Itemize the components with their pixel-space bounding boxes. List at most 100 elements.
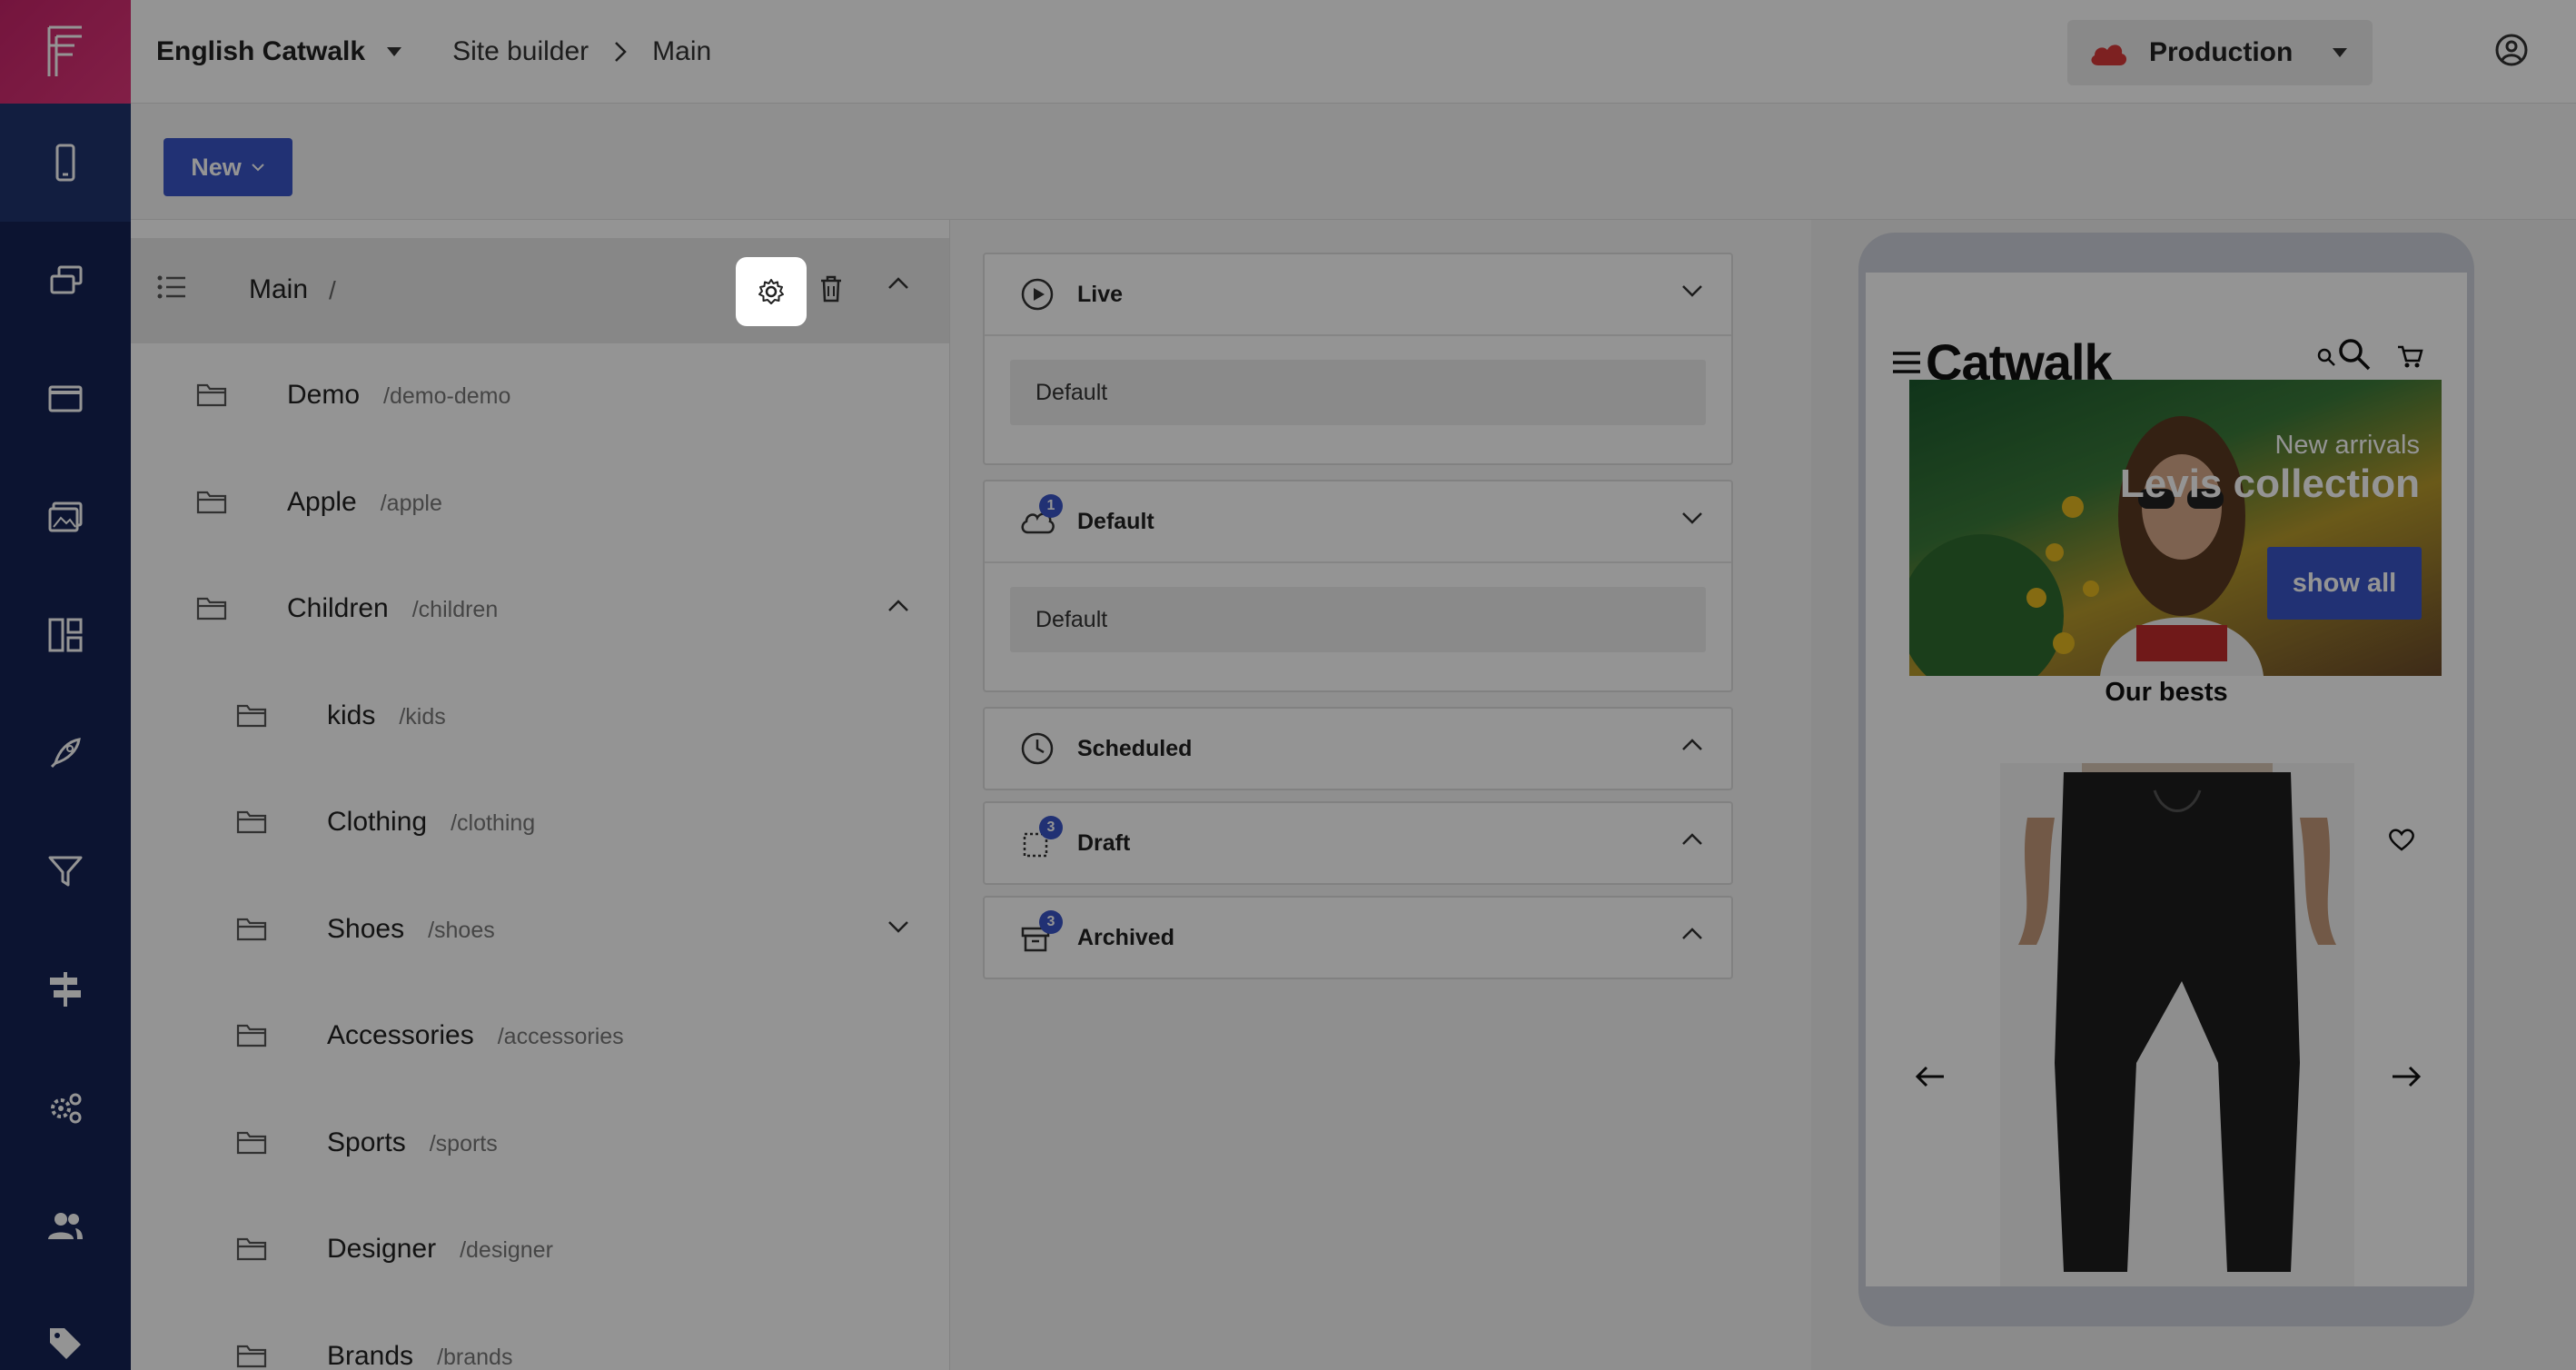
site-selector[interactable]: English Catwalk (156, 36, 403, 67)
folder-icon (236, 1131, 267, 1154)
tag-icon (50, 1328, 81, 1359)
live-body: Default (985, 334, 1731, 463)
default-body: Default (985, 561, 1731, 690)
chevron-down-icon (1682, 285, 1702, 297)
tree-item-name: Demo (287, 380, 361, 410)
settings-icon (51, 1093, 82, 1124)
tree-item-clothing[interactable]: Clothing/clothing (131, 770, 949, 877)
archived-header[interactable]: 3 Archived (985, 898, 1731, 978)
tree-item-name: Designer (327, 1234, 437, 1264)
live-version-item[interactable]: Default (1010, 360, 1706, 425)
hero-kicker: New arrivals (2274, 431, 2420, 460)
clock-icon (1021, 732, 1054, 765)
tree-item-name: Apple (287, 486, 357, 517)
mobile-icon (55, 144, 75, 182)
default-card: 1 Default Default (983, 480, 1733, 692)
tree-item-name: Shoes (327, 913, 405, 944)
nav-signpost[interactable] (0, 930, 131, 1048)
arrow-right-icon[interactable] (2391, 1065, 2422, 1088)
chevron-up-icon (1682, 928, 1702, 939)
folder-icon-wrap (236, 702, 267, 732)
tree-item-label: Designer/designer (327, 1234, 553, 1265)
tree-item-label: kids/kids (327, 700, 446, 731)
folder-icon (236, 918, 267, 940)
tree-item-path: /apple (380, 490, 442, 516)
folder-icon (236, 1345, 267, 1367)
collapse-toggle[interactable] (887, 599, 910, 618)
top-bar: English Catwalk Site builder Main Produc… (131, 0, 2576, 104)
nav-settings[interactable] (0, 1048, 131, 1166)
draft-badge: 3 (1039, 816, 1063, 839)
section-title: Our bests (2105, 678, 2228, 707)
tree-item-name: Brands (327, 1340, 414, 1370)
preview-screen: Catwalk New arrivals Levis collection sh… (1866, 273, 2467, 1286)
product-image[interactable] (2000, 763, 2354, 1286)
folder-icon (236, 1024, 267, 1047)
rocket-icon (50, 738, 81, 769)
tree-item-shoes[interactable]: Shoes/shoes (131, 878, 949, 984)
tree-item-name: Sports (327, 1127, 406, 1157)
environment-selector[interactable]: Production (2067, 20, 2373, 85)
page-settings-button[interactable] (736, 257, 807, 326)
tree-root-path: / (329, 276, 336, 304)
nav-mobile[interactable] (0, 104, 131, 222)
tree-item-accessories[interactable]: Accessories/accessories (131, 984, 949, 1090)
nav-rocket[interactable] (0, 694, 131, 812)
tree-item-demo[interactable]: Demo/demo-demo (131, 343, 949, 450)
tree-item-path: /shoes (428, 917, 495, 943)
nav-filter[interactable] (0, 812, 131, 930)
tree-item-designer[interactable]: Designer/designer (131, 1197, 949, 1304)
scheduled-header[interactable]: Scheduled (985, 709, 1731, 789)
chevron-up-icon[interactable] (887, 599, 910, 613)
chevron-down-icon[interactable] (887, 919, 910, 934)
folder-icon-wrap (236, 1343, 267, 1370)
tree-item-brands[interactable]: Brands/brands (131, 1305, 949, 1370)
archived-badge: 3 (1039, 910, 1063, 934)
tree-item-label: Apple/apple (287, 487, 442, 518)
tree-item-path: /kids (399, 703, 446, 730)
window-icon (48, 385, 83, 412)
default-version-item[interactable]: Default (1010, 587, 1706, 652)
breadcrumb-main: Main (652, 35, 712, 66)
chevron-up-icon (1682, 833, 1702, 845)
trash-icon[interactable] (817, 274, 845, 303)
live-header[interactable]: Live (985, 254, 1731, 334)
folder-icon (196, 597, 227, 620)
new-button[interactable]: New (163, 138, 292, 196)
cart-icon (2398, 345, 2423, 368)
tree-root-main[interactable]: Main / (131, 238, 949, 343)
app-logo[interactable] (0, 0, 131, 104)
breadcrumb-site-builder[interactable]: Site builder (452, 36, 589, 67)
new-button-label: New (191, 153, 242, 181)
hero-show-all-button[interactable]: show all (2267, 547, 2422, 620)
tree-item-children[interactable]: Children/children (131, 557, 949, 663)
folder-icon-wrap (236, 1022, 267, 1052)
tree-item-sports[interactable]: Sports/sports (131, 1091, 949, 1197)
heart-icon[interactable] (2387, 827, 2416, 852)
expand-toggle[interactable] (887, 919, 910, 938)
gear-icon (758, 279, 784, 304)
tree-item-label: Shoes/shoes (327, 914, 495, 945)
user-menu-button[interactable] (2494, 33, 2529, 72)
users-icon (48, 1213, 83, 1239)
nav-window[interactable] (0, 340, 131, 458)
search-icon (2339, 339, 2371, 371)
draft-header[interactable]: 3 Draft (985, 803, 1731, 883)
nav-media[interactable] (0, 458, 131, 576)
nav-tags[interactable] (0, 1285, 131, 1370)
folder-icon-wrap (236, 809, 267, 839)
tree-item-name: Accessories (327, 1020, 474, 1050)
chevron-right-icon (615, 41, 627, 62)
folder-icon (196, 491, 227, 513)
media-icon (48, 501, 83, 532)
nav-users[interactable] (0, 1166, 131, 1285)
live-label: Live (1077, 281, 1124, 307)
arrow-left-icon[interactable] (1915, 1065, 1946, 1088)
nav-layout[interactable] (0, 576, 131, 694)
chevron-up-icon[interactable] (887, 276, 910, 291)
tree-item-apple[interactable]: Apple/apple (131, 451, 949, 557)
hamburger-icon (1893, 351, 1920, 373)
nav-pages[interactable] (0, 222, 131, 340)
tree-item-kids[interactable]: kids/kids (131, 664, 949, 770)
default-header[interactable]: 1 Default (985, 481, 1731, 561)
